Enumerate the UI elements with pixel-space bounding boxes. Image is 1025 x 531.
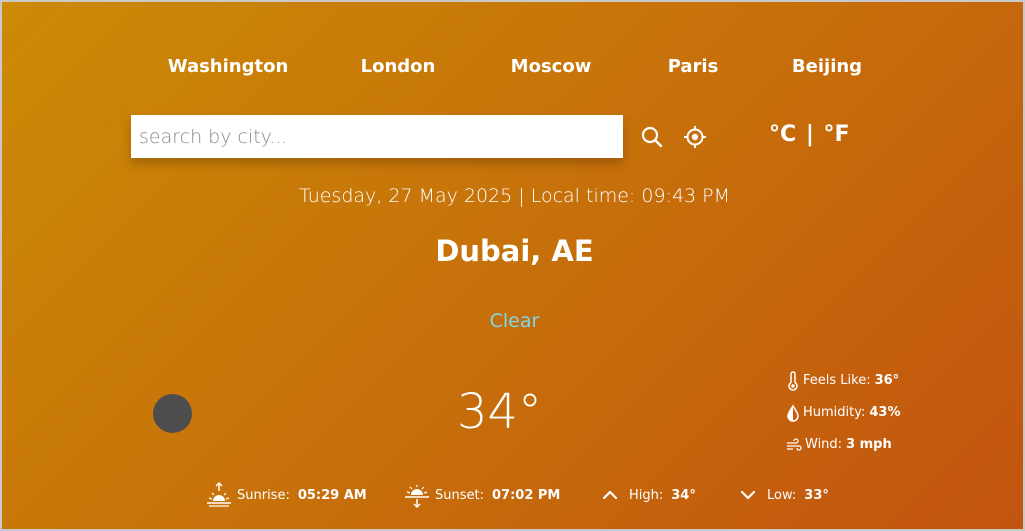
chevron-down-icon [740, 490, 756, 500]
fahrenheit-button[interactable]: °F [824, 122, 850, 147]
wind-row: Wind: 3 mph [786, 435, 946, 467]
high-value: 34° [671, 487, 696, 503]
location-title: Dubai, AE [435, 234, 594, 268]
sunrise-label: Sunrise: [237, 487, 290, 503]
weather-condition-icon [153, 394, 192, 433]
low-item: Low: 33° [738, 480, 829, 510]
high-item: High: 34° [600, 480, 696, 510]
wind-icon [787, 438, 802, 451]
location-crosshair-icon[interactable] [682, 124, 708, 150]
wind-label: Wind: [805, 437, 843, 452]
feels-like-value: 36° [874, 373, 900, 388]
high-label: High: [629, 487, 664, 503]
celsius-button[interactable]: °C [769, 122, 796, 147]
local-datetime: Tuesday, 27 May 2025 | Local time: 09:43… [298, 185, 731, 207]
city-link-paris[interactable]: Paris [668, 56, 719, 77]
droplet-icon [787, 404, 799, 422]
city-link-moscow[interactable]: Moscow [511, 56, 592, 77]
thermometer-icon [788, 371, 798, 391]
search-input[interactable] [131, 115, 623, 158]
sunrise-value: 05:29 AM [297, 487, 367, 503]
sunset-value: 07:02 PM [491, 487, 561, 503]
sunset-icon [405, 485, 429, 509]
chevron-up-icon [602, 490, 618, 500]
sunset-item: Sunset: 07:02 PM [403, 480, 560, 510]
feels-like-label: Feels Like: [803, 373, 871, 388]
low-label: Low: [767, 487, 797, 503]
low-value: 33° [804, 487, 829, 503]
weather-app: Washington London Moscow Paris Beijing °… [0, 0, 1025, 531]
city-nav: Washington London Moscow Paris Beijing [2, 56, 1023, 82]
sunset-label: Sunset: [435, 487, 484, 503]
sunrise-item: Sunrise: 05:29 AM [205, 480, 367, 510]
search-box [131, 115, 623, 158]
feels-like-row: Feels Like: 36° [786, 371, 946, 403]
city-link-beijing[interactable]: Beijing [792, 56, 862, 77]
weather-condition: Clear [489, 310, 540, 332]
humidity-label: Humidity: [803, 405, 866, 420]
search-icon[interactable] [639, 124, 665, 150]
city-link-washington[interactable]: Washington [168, 56, 289, 77]
city-link-london[interactable]: London [361, 56, 436, 77]
humidity-row: Humidity: 43% [786, 403, 946, 435]
weather-details: Feels Like: 36° Humidity: 43% Wind: 3 mp… [786, 371, 946, 467]
unit-separator: | [805, 122, 814, 147]
current-temperature: 34° [456, 384, 543, 440]
humidity-value: 43% [869, 405, 901, 420]
sun-and-range-row: Sunrise: 05:29 AM Sunset: 07:02 PM High:… [2, 480, 1023, 510]
wind-value: 3 mph [846, 437, 892, 452]
sunrise-icon [207, 481, 231, 507]
unit-toggle: °C | °F [769, 122, 850, 147]
